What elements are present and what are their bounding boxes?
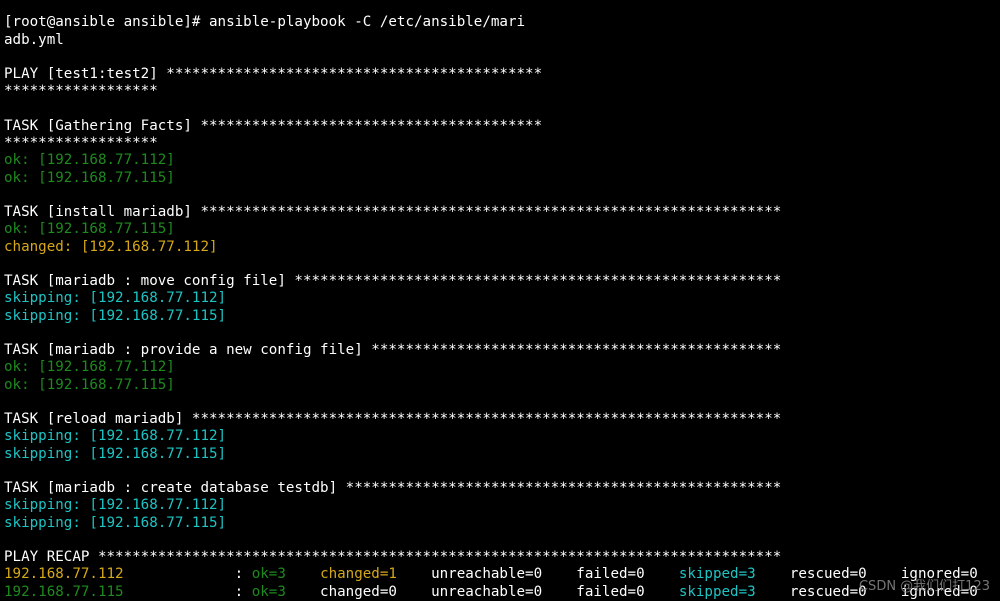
terminal-text-segment: adb.yml [4, 31, 64, 48]
terminal-text-segment: ****************** [4, 83, 158, 100]
play-recap-header: PLAY RECAP *****************************… [4, 549, 1000, 566]
terminal-text-segment: PLAY [test1:test2] *********************… [4, 66, 543, 82]
command-line-1: [root@ansible ansible]# ansible-playbook… [4, 14, 1000, 31]
terminal-text-segment: unreachable=0 failed=0 [396, 566, 679, 583]
terminal-text-segment: skipped=3 [678, 566, 756, 583]
result-skipping: skipping: [192.168.77.112] [4, 497, 1000, 514]
task-header-wrap: ****************** [4, 135, 1000, 152]
terminal-text-segment: ok: [192.168.77.115] [4, 169, 175, 186]
terminal-text-segment: : [123, 566, 252, 583]
result-ok: ok: [192.168.77.115] [4, 170, 1000, 187]
recap-host-115: 192.168.77.115 : ok=3 changed=0 unreacha… [4, 584, 1000, 601]
result-skipping: skipping: [192.168.77.112] [4, 290, 1000, 307]
terminal-text-segment: changed=0 unreachable=0 failed=0 [285, 583, 679, 600]
result-skipping: skipping: [192.168.77.115] [4, 446, 1000, 463]
terminal-text-segment: 192.168.77.112 [4, 566, 124, 583]
result-ok: ok: [192.168.77.112] [4, 152, 1000, 169]
terminal-text-segment: TASK [Gathering Facts] *****************… [4, 117, 543, 134]
terminal-text-segment: TASK [mariadb : provide a new config fil… [4, 342, 782, 358]
terminal-text-segment: ok: [192.168.77.112] [4, 152, 175, 169]
terminal-text-segment: skipped=3 [678, 583, 756, 600]
terminal-text-segment: skipping: [192.168.77.115] [4, 445, 227, 462]
terminal-output[interactable]: PLAY RECAP *****************************… [4, 0, 1000, 601]
terminal-text-segment: ok: [192.168.77.115] [4, 221, 175, 238]
terminal-text-segment: skipping: [192.168.77.115] [4, 307, 227, 324]
terminal-text-segment: ok=3 [251, 583, 286, 600]
terminal-text-segment: [root@ansible ansible]# ansible-playbook… [4, 14, 526, 31]
terminal-text-segment: skipping: [192.168.77.112] [4, 290, 227, 307]
terminal-text-segment: ok: [192.168.77.112] [4, 359, 175, 376]
terminal-text-segment: changed: [192.168.77.112] [4, 238, 218, 255]
task-header-gathering-facts: TASK [Gathering Facts] *****************… [4, 118, 1000, 135]
task-header-install-mariadb: TASK [install mariadb] *****************… [4, 204, 1000, 221]
result-ok: ok: [192.168.77.115] [4, 377, 1000, 394]
terminal-text-segment: skipping: [192.168.77.112] [4, 497, 227, 514]
terminal-text-segment: ok: [192.168.77.115] [4, 376, 175, 393]
terminal-text-segment: PLAY RECAP *****************************… [4, 549, 782, 565]
task-header-create-database: TASK [mariadb : create database testdb] … [4, 480, 1000, 497]
result-ok: ok: [192.168.77.115] [4, 221, 1000, 238]
result-changed: changed: [192.168.77.112] [4, 239, 1000, 256]
csdn-watermark: CSDN @我们们打123 [858, 579, 990, 594]
terminal-text-segment: ok=3 [251, 566, 286, 583]
result-skipping: skipping: [192.168.77.115] [4, 308, 1000, 325]
result-skipping: skipping: [192.168.77.115] [4, 515, 1000, 532]
terminal-text-segment: TASK [reload mariadb] ******************… [4, 411, 782, 427]
command-line-2: adb.yml [4, 32, 1000, 49]
play-header-wrap: ****************** [4, 83, 1000, 100]
result-ok: ok: [192.168.77.112] [4, 359, 1000, 376]
terminal-text-segment: skipping: [192.168.77.115] [4, 514, 227, 531]
terminal-text-segment: skipping: [192.168.77.112] [4, 428, 227, 445]
terminal-text-segment: TASK [install mariadb] *****************… [4, 204, 782, 220]
task-header-move-config: TASK [mariadb : move config file] ******… [4, 273, 1000, 290]
result-skipping: skipping: [192.168.77.112] [4, 428, 1000, 445]
terminal-text-segment: TASK [mariadb : create database testdb] … [4, 480, 782, 496]
task-header-reload-mariadb: TASK [reload mariadb] ******************… [4, 411, 1000, 428]
terminal-text-segment: ****************** [4, 135, 158, 151]
terminal-text-segment: TASK [mariadb : move config file] ******… [4, 273, 782, 289]
task-header-provide-config: TASK [mariadb : provide a new config fil… [4, 342, 1000, 359]
terminal-text-segment: changed=1 [320, 566, 397, 583]
terminal-text-segment: : [123, 583, 252, 600]
play-header: PLAY [test1:test2] *********************… [4, 66, 1000, 83]
terminal-text-segment: 192.168.77.115 [4, 583, 124, 600]
recap-host-112: 192.168.77.112 : ok=3 changed=1 unreacha… [4, 566, 1000, 583]
